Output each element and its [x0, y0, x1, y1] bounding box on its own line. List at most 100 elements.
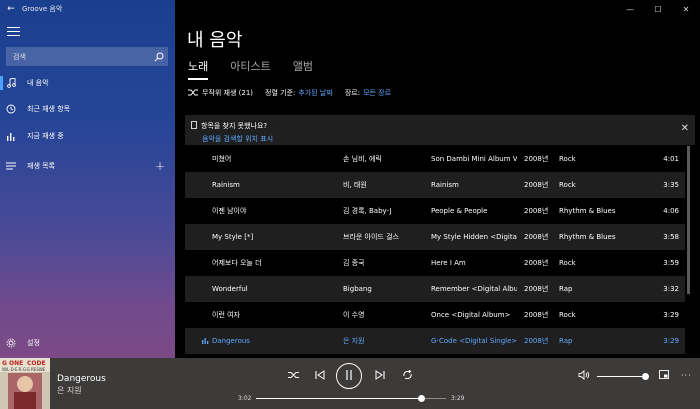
sidebar: ← Groove 음악 내 음악 최근 재생 항목 지금 재생 중 재생 목 — [0, 0, 175, 358]
tab-songs[interactable]: 노래 — [188, 58, 209, 80]
settings-label: 설정 — [27, 339, 40, 347]
song-duration: 3:58 — [663, 233, 679, 241]
dismiss-notice-button[interactable]: ✕ — [681, 123, 689, 134]
song-artist: 김 경록, Baby-J — [343, 207, 392, 215]
song-album: Son Dambi Mini Album V — [431, 155, 517, 163]
sort-label: 정렬 기준: — [265, 89, 296, 97]
volume-thumb[interactable] — [642, 373, 649, 380]
minimize-button[interactable]: — — [616, 0, 644, 18]
table-row[interactable]: My Style [*] 브라운 아이드 걸스 My Style Hidden … — [185, 224, 685, 250]
svg-text:CODE: CODE — [27, 360, 46, 367]
add-playlist-plus-icon[interactable]: + — [155, 159, 165, 173]
maximize-button[interactable]: ☐ — [644, 0, 672, 18]
hamburger-menu-icon[interactable] — [7, 27, 20, 37]
ellipsis-icon: ··· — [681, 371, 692, 380]
volume-button[interactable] — [578, 370, 590, 382]
song-genre: Rock — [559, 181, 576, 189]
sidebar-item-playlists[interactable]: 재생 목록 + — [0, 155, 175, 177]
next-button[interactable] — [370, 366, 390, 386]
clock-icon — [0, 104, 22, 114]
pause-button[interactable] — [336, 363, 362, 389]
song-year: 2008년 — [524, 181, 549, 189]
song-year: 2008년 — [524, 155, 549, 163]
song-album: G-Code <Digital Single> — [431, 337, 517, 345]
search-input[interactable] — [13, 52, 150, 61]
scrollbar[interactable] — [687, 146, 690, 294]
repeat-button[interactable] — [397, 366, 417, 386]
title-bar: ← Groove 음악 — [0, 0, 175, 18]
table-row[interactable]: 어제보다 오늘 더 김 종국 Here I Am 2008년 Rock 3:59 — [185, 250, 685, 276]
shuffle-label: 무작위 재생 (21) — [202, 89, 254, 97]
now-playing-title[interactable]: Dangerous — [57, 374, 106, 384]
minimize-icon: — — [626, 4, 634, 14]
genre-value: 모든 장르 — [363, 89, 392, 97]
seek-slider[interactable] — [256, 395, 446, 402]
song-album: Here I Am — [431, 259, 466, 267]
tab-artists[interactable]: 아티스트 — [230, 58, 270, 78]
shuffle-all-button[interactable]: 무작위 재생 (21) — [188, 88, 253, 98]
main-content: — ☐ ✕ 내 음악 노래 아티스트 앨범 무작위 재생 (21) 정렬 기준:… — [175, 0, 700, 358]
table-row[interactable]: 미쳤어 손 님비, 에릭 Son Dambi Mini Album V 2008… — [185, 146, 685, 172]
table-row[interactable]: 이젠 남이야 김 경록, Baby-J People & People 2008… — [185, 198, 685, 224]
tab-bar: 노래 아티스트 앨범 — [188, 58, 313, 80]
song-duration: 3:29 — [663, 311, 679, 319]
song-album: Remember <Digital Albu — [431, 285, 517, 293]
genre-label: 장르: — [344, 89, 361, 97]
song-genre: Rock — [559, 311, 576, 319]
mini-player-button[interactable] — [659, 370, 669, 381]
more-options-button[interactable]: ··· — [681, 371, 692, 380]
song-artist: 이 수영 — [343, 311, 365, 319]
table-row-now-playing[interactable]: Dangerous 은 지원 G-Code <Digital Single> 2… — [185, 328, 685, 354]
sidebar-item-label: 내 음악 — [27, 79, 49, 87]
song-artist: 김 종국 — [343, 259, 365, 267]
song-title: Dangerous — [212, 337, 250, 345]
sort-control[interactable]: 정렬 기준: 추가된 날짜 — [265, 88, 333, 98]
shuffle-button[interactable] — [283, 366, 303, 386]
sidebar-item-recent[interactable]: 최근 재생 항목 — [0, 98, 175, 120]
table-row[interactable]: Rainism 비, 태원 Rainism 2008년 Rock 3:35 — [185, 172, 685, 198]
song-year: 2008년 — [524, 337, 549, 345]
sidebar-item-my-music[interactable]: 내 음악 — [0, 72, 175, 94]
sidebar-item-label: 지금 재생 중 — [27, 132, 64, 140]
close-icon: ✕ — [680, 123, 689, 134]
song-duration: 4:06 — [663, 207, 679, 215]
gear-icon — [0, 338, 22, 348]
missing-items-notice: 항목을 찾지 못했나요? 음악을 검색할 위치 표시 ✕ — [185, 115, 695, 145]
song-album: People & People — [431, 207, 488, 215]
table-row[interactable]: 이런 여자 이 수영 Once <Digital Album> 2008년 Ro… — [185, 302, 685, 328]
song-artist: 브라운 아이드 걸스 — [343, 233, 399, 241]
back-arrow-icon: ← — [7, 4, 15, 14]
song-genre: Rap — [559, 337, 573, 345]
song-title: My Style [*] — [212, 233, 254, 241]
settings-button[interactable]: 설정 — [0, 333, 175, 353]
tab-albums[interactable]: 앨범 — [293, 58, 313, 78]
album-art[interactable]: G ONE CODE WIL·D·E·R·G·E·RESWE — [0, 358, 50, 409]
app-title: Groove 음악 — [22, 5, 63, 13]
now-playing-artist[interactable]: 은 지원 — [57, 385, 82, 396]
genre-filter[interactable]: 장르: 모든 장르 — [345, 88, 391, 98]
equalizer-icon — [0, 131, 22, 141]
mini-view-icon — [659, 370, 669, 381]
sort-value: 추가된 날짜 — [298, 89, 333, 97]
table-row[interactable]: Wonderful Bigbang Remember <Digital Albu… — [185, 276, 685, 302]
song-year: 2008년 — [524, 311, 549, 319]
song-duration: 3:32 — [663, 285, 679, 293]
song-album: My Style Hidden <Digital — [431, 233, 517, 241]
music-note-icon — [0, 78, 22, 88]
song-title: Wonderful — [212, 285, 248, 293]
notice-title: 항목을 찾지 못했나요? — [201, 122, 268, 130]
sidebar-item-now-playing[interactable]: 지금 재생 중 — [0, 125, 175, 147]
song-artist: Bigbang — [343, 285, 372, 293]
back-button[interactable]: ← — [0, 0, 22, 18]
search-icon[interactable] — [150, 47, 168, 66]
sidebar-item-label: 재생 목록 — [27, 162, 55, 170]
song-title: Rainism — [212, 181, 240, 189]
seek-thumb[interactable] — [418, 395, 426, 402]
close-window-button[interactable]: ✕ — [672, 0, 700, 18]
volume-slider[interactable] — [597, 373, 649, 380]
maximize-icon: ☐ — [654, 4, 662, 14]
previous-button[interactable] — [310, 366, 330, 386]
speaker-icon — [578, 370, 590, 382]
pause-icon — [345, 370, 353, 382]
choose-music-location-link[interactable]: 음악을 검색할 위치 표시 — [202, 134, 273, 144]
